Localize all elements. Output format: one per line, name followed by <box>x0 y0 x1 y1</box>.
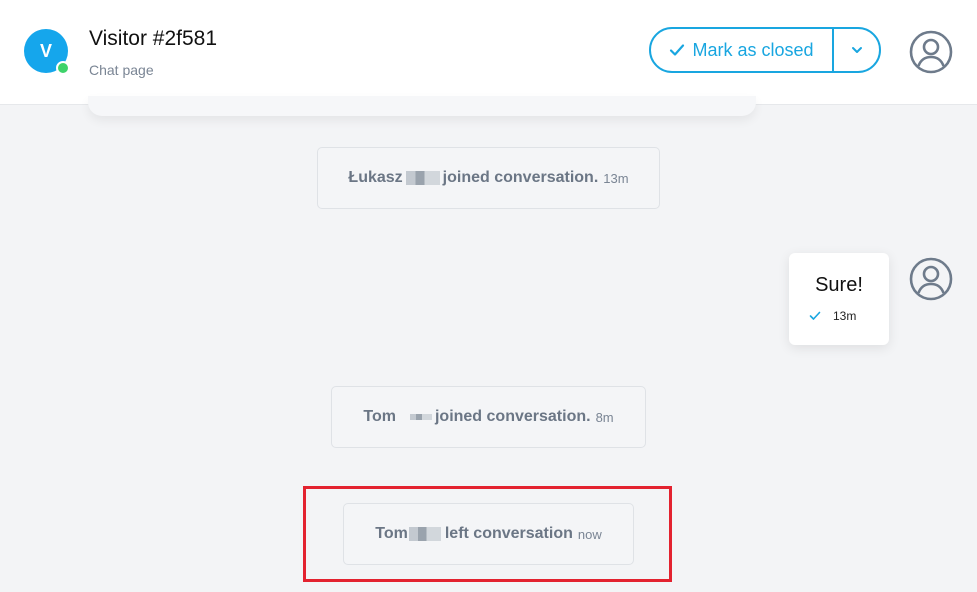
mark-as-closed-split-button: Mark as closed <box>649 27 881 73</box>
avatar-letter: V <box>39 40 52 61</box>
online-status-dot <box>56 61 70 75</box>
message-meta: 13m <box>809 309 856 323</box>
participant-name: Tom <box>363 408 396 425</box>
redacted-surname <box>409 414 432 420</box>
message-time: 8m <box>595 409 614 425</box>
highlight-box <box>303 486 672 582</box>
mark-as-closed-label: Mark as closed <box>692 39 814 60</box>
mark-closed-dropdown-button[interactable] <box>834 29 879 71</box>
chat-header: V Visitor #2f581 Chat page Mark as close… <box>0 0 977 105</box>
chevron-down-icon <box>851 47 862 53</box>
message-time: 13m <box>833 309 857 323</box>
system-message-lukasz-joined: Łukasz joined conversation. 13m <box>317 147 660 209</box>
mark-as-closed-button[interactable]: Mark as closed <box>651 29 832 71</box>
message-action: joined conversation. <box>442 169 599 186</box>
redacted-surname <box>405 171 440 185</box>
visitor-name: Visitor #2f581 <box>89 27 218 50</box>
participant-name: Łukasz <box>348 169 403 186</box>
message-time: 13m <box>603 170 629 186</box>
agent-avatar-icon <box>909 257 953 301</box>
agent-message-bubble: Sure! 13m <box>789 253 889 345</box>
message-action: joined conversation. <box>434 408 591 425</box>
message-text: Sure! <box>815 274 863 296</box>
check-icon <box>670 44 685 56</box>
user-circle-icon[interactable] <box>908 29 954 75</box>
delivered-check-icon <box>809 311 821 320</box>
previous-message-card-edge <box>88 96 756 116</box>
page-label: Chat page <box>89 62 154 78</box>
system-message-tom-joined: Tom joined conversation. 8m <box>331 386 646 448</box>
